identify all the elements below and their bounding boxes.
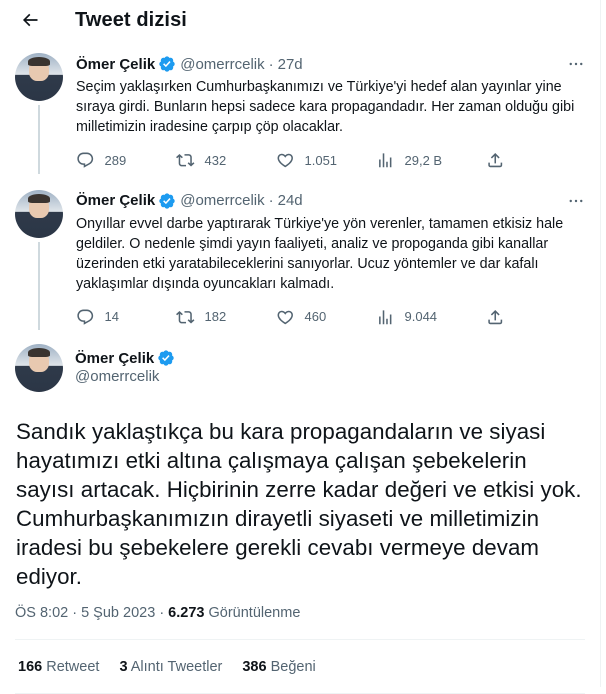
heart-icon	[277, 310, 293, 324]
views-count: 6.273	[168, 605, 205, 621]
more-options-icon[interactable]	[566, 54, 586, 74]
tweet-text: Seçim yaklaşırken Cumhurbaşkanımızı ve T…	[76, 79, 575, 135]
thread-connector	[38, 105, 40, 174]
tweet-time[interactable]: 24d	[278, 192, 303, 209]
reply-button[interactable]: 289	[76, 151, 176, 170]
verified-badge-icon	[159, 56, 175, 72]
quotes-stat[interactable]: 3 Alıntı Tweetler	[119, 659, 222, 675]
quotes-label: Alıntı Tweetler	[130, 658, 223, 675]
separator-dot: ·	[159, 605, 169, 621]
tweet-header: Ömer Çelik @omerrcelik · 27d	[76, 53, 586, 75]
like-button[interactable]: 1.051	[276, 151, 376, 170]
author-name[interactable]: Ömer Çelik	[76, 56, 155, 73]
thread-connector	[38, 241, 40, 330]
author-handle[interactable]: @omerrcelik	[180, 56, 264, 73]
thread-page: Tweet dizisi Ömer Çelik @omerrcelik · 27…	[0, 0, 601, 694]
author-name-row: Ömer Çelik	[75, 348, 179, 368]
views-button[interactable]: 29,2 B	[376, 151, 486, 170]
thread-tweet[interactable]: Ömer Çelik @omerrcelik · 27d Seçim yakla…	[0, 53, 600, 174]
avatar[interactable]	[15, 344, 63, 392]
tweet-time[interactable]: ÖS 8:02	[15, 605, 68, 621]
main-tweet-text: Sandık yaklaştıkça bu kara propagandalar…	[16, 419, 582, 589]
views-chart-icon	[379, 309, 392, 324]
quotes-count: 3	[119, 658, 128, 675]
separator-dot: ·	[268, 55, 274, 73]
top-bar: Tweet dizisi	[0, 0, 600, 40]
share-icon	[488, 309, 503, 324]
separator-dot: ·	[268, 192, 274, 209]
reply-count: 289	[104, 152, 127, 168]
reply-button[interactable]: 14	[76, 308, 176, 327]
share-icon	[488, 152, 503, 168]
retweets-count: 166	[18, 658, 43, 675]
verified-badge-icon	[159, 192, 175, 209]
heart-icon	[277, 153, 293, 168]
reply-count: 14	[104, 309, 119, 325]
tweet-body: Ömer Çelik @omerrcelik · 24d Onyıllar ev…	[76, 190, 586, 327]
author-handle[interactable]: @omerrcelik	[180, 192, 264, 209]
tweet-text: Onyıllar evvel darbe yaptırarak Türkiye'…	[76, 215, 564, 292]
reply-icon	[77, 309, 94, 325]
like-button[interactable]: 460	[276, 308, 376, 327]
likes-label: Beğeni	[270, 658, 316, 675]
tweet-header: Ömer Çelik @omerrcelik · 24d	[76, 190, 586, 212]
tweet-gutter	[15, 189, 63, 330]
tweet-actions: 14 182 460 9.044	[76, 308, 586, 327]
author-handle[interactable]: @omerrcelik	[75, 368, 179, 388]
author-name[interactable]: Ömer Çelik	[75, 350, 154, 367]
views-label: Görüntülenme	[208, 605, 301, 621]
reply-icon	[77, 152, 94, 168]
likes-count: 386	[242, 658, 267, 675]
arrow-left-icon[interactable]	[18, 8, 42, 32]
likes-stat[interactable]: 386 Beğeni	[242, 659, 315, 675]
engagement-stats: 166 Retweet 3 Alıntı Tweetler 386 Beğeni	[0, 640, 600, 693]
views-count: 29,2 B	[404, 152, 443, 168]
retweets-stat[interactable]: 166 Retweet	[18, 659, 99, 675]
avatar[interactable]	[15, 189, 63, 238]
main-tweet-header: Ömer Çelik @omerrcelik	[0, 344, 600, 392]
retweet-count: 182	[204, 309, 227, 325]
views-button[interactable]: 9.044	[376, 308, 486, 327]
like-count: 1.051	[304, 152, 338, 168]
retweet-icon	[176, 310, 195, 324]
tweet-body: Ömer Çelik @omerrcelik · 27d Seçim yakla…	[76, 53, 586, 170]
avatar[interactable]	[15, 53, 63, 101]
main-author: Ömer Çelik @omerrcelik	[75, 344, 179, 392]
retweet-icon	[176, 153, 195, 167]
retweets-label: Retweet	[46, 658, 100, 675]
thread-tweet[interactable]: Ömer Çelik @omerrcelik · 24d Onyıllar ev…	[0, 189, 600, 330]
tweet-gutter	[15, 53, 63, 174]
views-chart-icon	[379, 153, 392, 168]
verified-badge-icon	[158, 350, 174, 366]
retweet-button[interactable]: 432	[176, 151, 276, 170]
retweet-count: 432	[204, 152, 227, 168]
author-name[interactable]: Ömer Çelik	[76, 192, 155, 209]
like-count: 460	[304, 309, 327, 325]
retweet-button[interactable]: 182	[176, 308, 276, 327]
tweet-time[interactable]: 27d	[278, 56, 303, 73]
tweet-actions: 289 432 1.051 29,2 B	[76, 151, 586, 170]
share-button[interactable]	[486, 151, 515, 170]
separator-dot: ·	[72, 605, 82, 621]
page-title: Tweet dizisi	[75, 8, 187, 31]
views-count: 9.044	[404, 309, 438, 325]
share-button[interactable]	[486, 308, 515, 327]
tweet-meta: ÖS 8:02 · 5 Şub 2023 · 6.273 Görüntülenm…	[0, 605, 600, 621]
more-options-icon[interactable]	[566, 191, 586, 211]
tweet-date[interactable]: 5 Şub 2023	[81, 605, 155, 621]
